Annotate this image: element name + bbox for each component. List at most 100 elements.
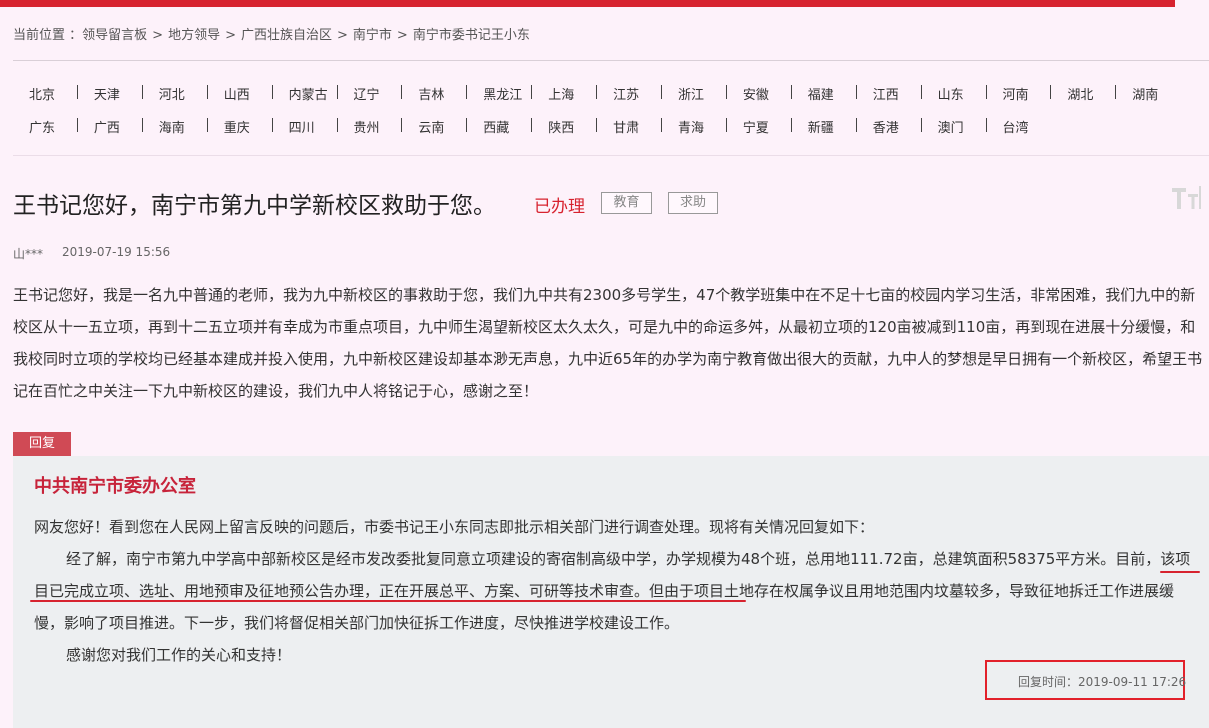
region-separator [141, 85, 143, 99]
region-link[interactable]: 青海 [678, 117, 704, 136]
reply-badge: 回复 [13, 432, 71, 456]
region-link[interactable]: 甘肃 [613, 117, 639, 136]
tag-help[interactable]: 求助 [668, 192, 718, 214]
region-link[interactable]: 上海 [548, 84, 574, 103]
region-link[interactable]: 广西 [94, 117, 120, 136]
region-separator [271, 85, 273, 99]
reply-time: 回复时间：2019-09-11 17:26 [1018, 673, 1186, 690]
region-link[interactable]: 江苏 [613, 84, 639, 103]
region-separator [466, 85, 468, 99]
divider [13, 60, 1209, 61]
region-separator [725, 85, 727, 99]
region-link[interactable]: 陕西 [548, 117, 574, 136]
region-separator [336, 85, 338, 99]
region-separator [985, 118, 987, 132]
annotation-underline [1160, 571, 1200, 573]
region-link[interactable]: 河北 [159, 84, 185, 103]
breadcrumb-label: 当前位置 ： [13, 28, 83, 43]
breadcrumb-item-current[interactable]: 南宁市委书记王小东 [413, 28, 530, 43]
region-separator [920, 85, 922, 99]
region-separator [596, 85, 598, 99]
region-link[interactable]: 海南 [159, 117, 185, 136]
region-link[interactable]: 天津 [94, 84, 120, 103]
region-link[interactable]: 湖北 [1067, 84, 1093, 103]
region-separator [790, 118, 792, 132]
region-separator [531, 118, 533, 132]
region-link[interactable]: 河南 [1003, 84, 1029, 103]
region-link[interactable]: 山西 [224, 84, 250, 103]
breadcrumb-item[interactable]: 地方领导 [168, 28, 220, 43]
region-separator [206, 118, 208, 132]
region-link[interactable]: 云南 [418, 117, 444, 136]
region-link[interactable]: 台湾 [1003, 117, 1029, 136]
annotation-underline [30, 600, 746, 602]
region-separator [790, 85, 792, 99]
author-name: 山*** [13, 247, 44, 261]
region-link[interactable]: 山东 [938, 84, 964, 103]
region-link[interactable]: 四川 [289, 117, 315, 136]
breadcrumb-item[interactable]: 南宁市 [353, 28, 392, 43]
region-link[interactable]: 安徽 [743, 84, 769, 103]
reply-time-value: 2019-09-11 17:26 [1078, 675, 1187, 689]
divider [13, 155, 1209, 156]
region-link[interactable]: 福建 [808, 84, 834, 103]
region-separator [141, 118, 143, 132]
breadcrumb-separator: > [337, 28, 348, 43]
message-content: 王书记您好，我是一名九中普通的老师，我为九中新校区的事救助于您，我们九中共有23… [13, 286, 1203, 400]
region-separator [920, 118, 922, 132]
tag-education[interactable]: 教育 [601, 192, 652, 214]
breadcrumb: 当前位置 ：领导留言板 > 地方领导 > 广西壮族自治区 > 南宁市 > 南宁市委书记王小东 [13, 24, 530, 43]
breadcrumb-item[interactable]: 领导留言板 [82, 28, 147, 43]
message-title: 王书记您好，南宁市第九中学新校区救助于您。 [13, 193, 496, 219]
region-link[interactable]: 澳门 [938, 117, 964, 136]
reply-time-highlight: 回复时间：2019-09-11 17:26 [985, 660, 1186, 700]
region-link[interactable]: 内蒙古 [289, 84, 328, 103]
region-separator [76, 85, 78, 99]
region-separator [401, 118, 403, 132]
region-separator [271, 118, 273, 132]
breadcrumb-item[interactable]: 广西壮族自治区 [241, 28, 332, 43]
region-separator [725, 118, 727, 132]
region-separator [855, 85, 857, 99]
region-separator [1115, 85, 1117, 99]
region-link[interactable]: 吉林 [418, 84, 444, 103]
reply-content: 网友您好！看到您在人民网上留言反映的问题后，市委书记王小东同志即批示相关部门进行… [34, 511, 1200, 671]
region-separator [661, 118, 662, 132]
region-link[interactable]: 新疆 [808, 117, 834, 136]
breadcrumb-separator: > [225, 28, 236, 43]
region-separator [206, 85, 208, 99]
status-badge: 已办理 [534, 197, 585, 217]
reply-paragraph: 经了解，南宁市第九中学高中部新校区是经市发改委批复同意立项建设的寄宿制高级中学，… [34, 550, 1191, 632]
reply-time-label: 回复时间： [1018, 675, 1079, 689]
region-separator [661, 85, 662, 99]
region-link[interactable]: 广东 [29, 117, 55, 136]
region-link[interactable]: 香港 [873, 117, 899, 136]
reply-organization: 中共南宁市委办公室 [34, 476, 196, 497]
region-separator [855, 118, 857, 132]
region-link[interactable]: 北京 [29, 84, 55, 103]
region-separator [531, 85, 533, 99]
breadcrumb-separator: > [396, 28, 408, 43]
region-separator [401, 85, 403, 99]
region-separator [1050, 85, 1052, 99]
region-link[interactable]: 黑龙江 [483, 84, 522, 103]
region-link[interactable]: 江西 [873, 84, 899, 103]
region-link[interactable]: 浙江 [678, 84, 704, 103]
breadcrumb-separator: > [152, 28, 164, 43]
region-link[interactable]: 湖南 [1132, 84, 1158, 103]
region-separator [466, 118, 468, 132]
reply-paragraph: 网友您好！看到您在人民网上留言反映的问题后，市委书记王小东同志即批示相关部门进行… [34, 518, 875, 536]
font-size-icon[interactable] [1170, 184, 1202, 212]
post-time: 2019-07-19 15:56 [62, 245, 171, 259]
region-link[interactable]: 贵州 [354, 117, 380, 136]
region-separator [985, 85, 987, 99]
region-link[interactable]: 西藏 [483, 117, 509, 136]
region-separator [336, 118, 338, 132]
region-link[interactable]: 宁夏 [743, 117, 769, 136]
region-link[interactable]: 重庆 [224, 117, 250, 136]
region-separator [76, 118, 78, 132]
reply-section: 中共南宁市委办公室 网友您好！看到您在人民网上留言反映的问题后，市委书记王小东同… [13, 456, 1209, 728]
region-separator [596, 118, 598, 132]
region-link[interactable]: 辽宁 [354, 84, 380, 103]
top-accent-bar [0, 0, 1175, 7]
